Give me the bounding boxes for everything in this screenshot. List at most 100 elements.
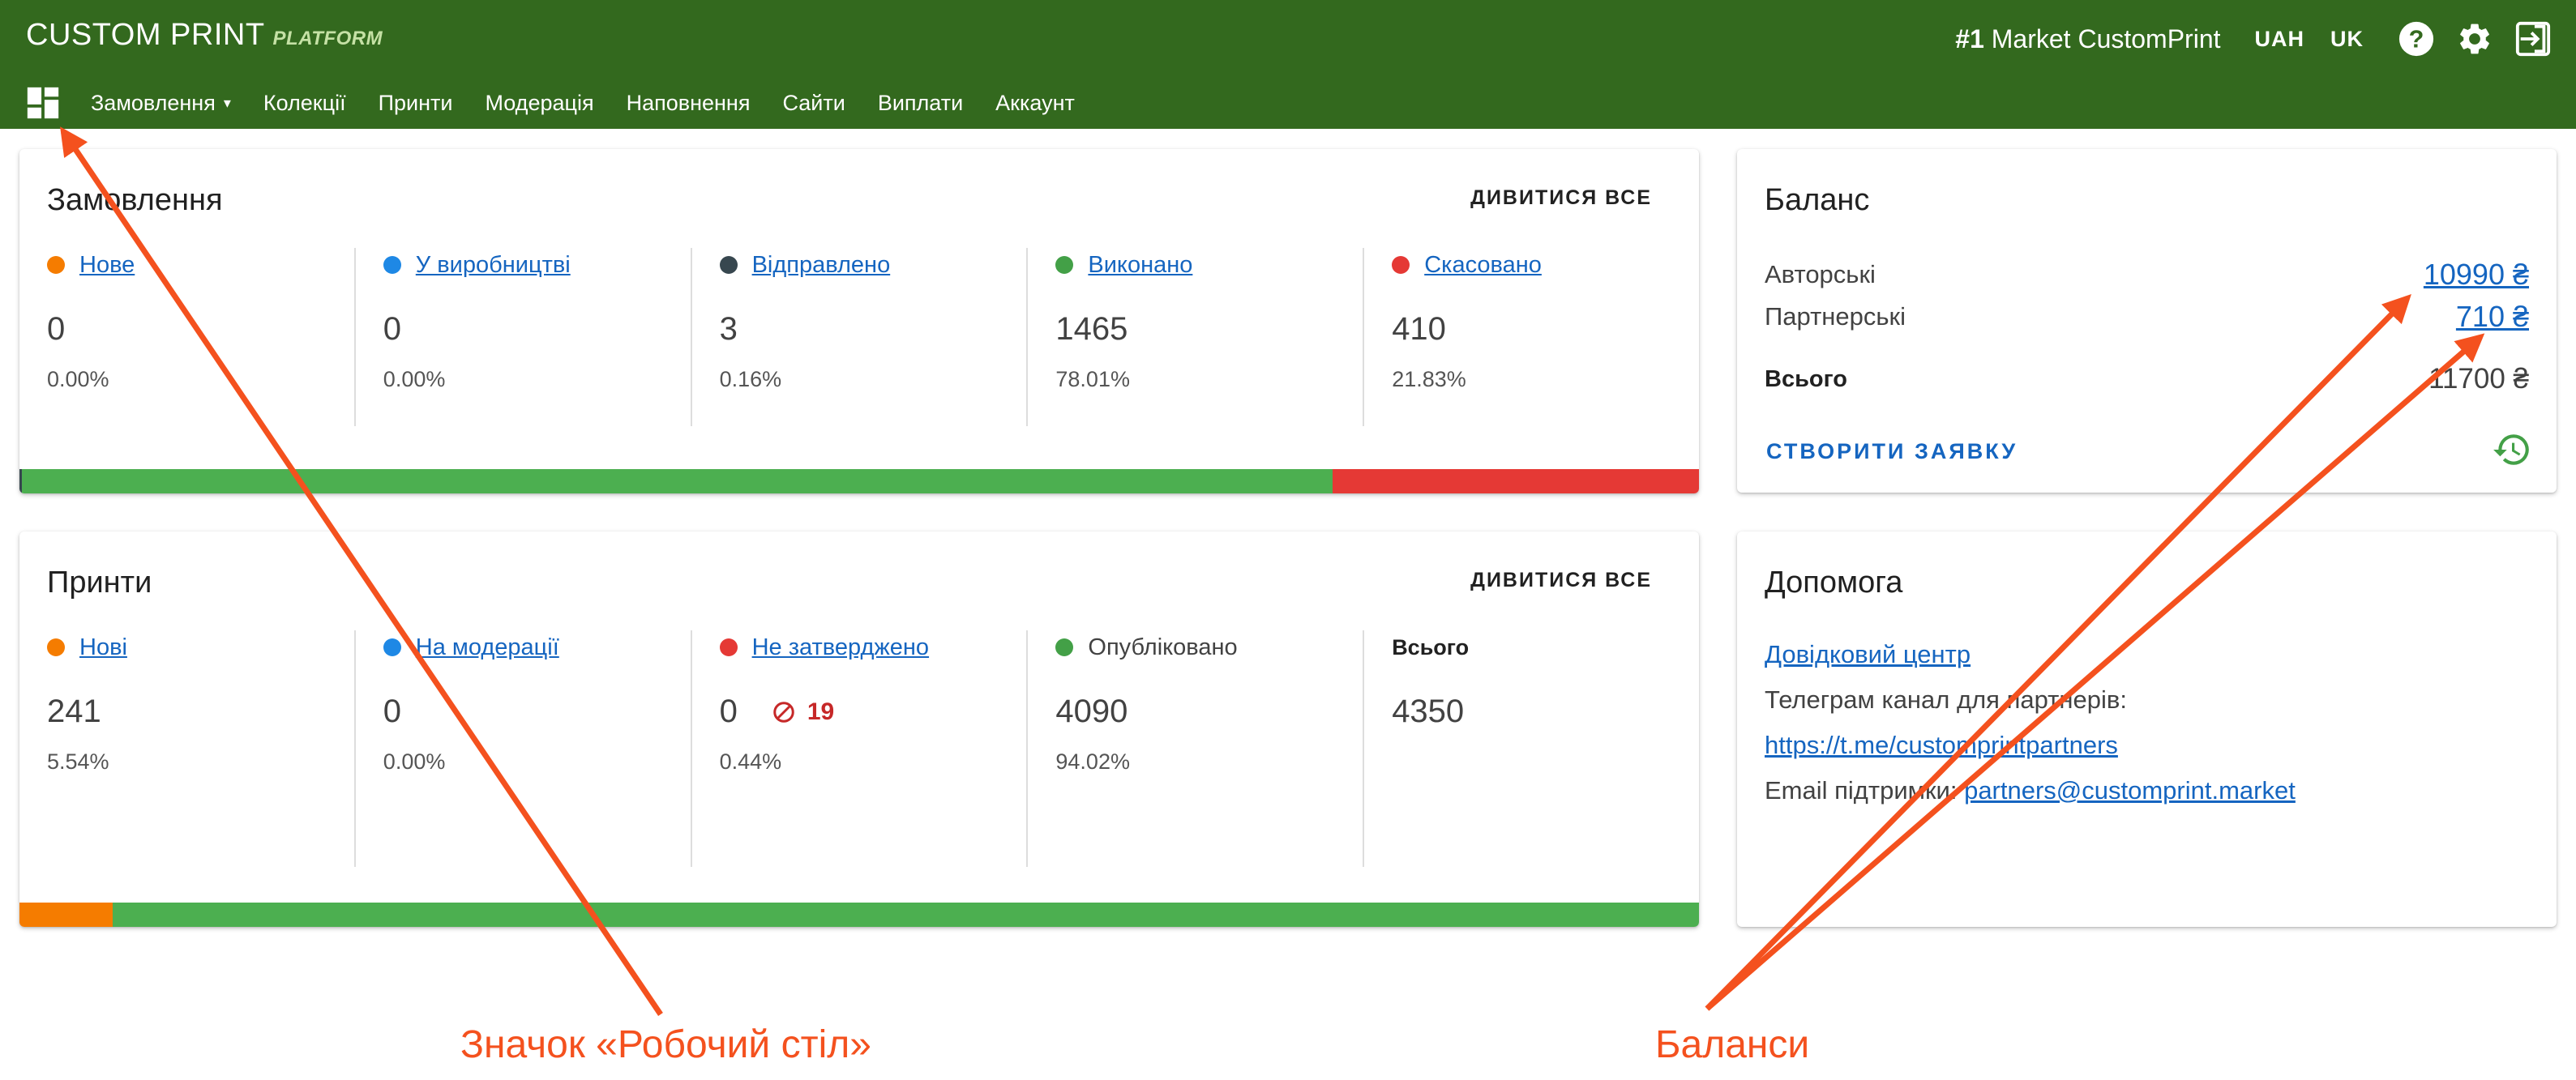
top-app-bar: CUSTOM PRINT PLATFORM #1 Market CustomPr… — [0, 0, 2576, 129]
nav-orders[interactable]: Замовлення ▾ — [91, 91, 231, 116]
help-center-line: Довідковий центр — [1765, 640, 1971, 669]
dashboard-annotation: Значок «Робочий стіл» — [460, 1023, 871, 1066]
orders-stats: Нове 0 0.00% У виробництві 0 0.00% Відпр… — [19, 248, 1699, 426]
stat-percent: 0.00% — [47, 367, 109, 391]
language-selector[interactable]: UK — [2330, 27, 2364, 52]
stat-link[interactable]: Виконано — [1088, 252, 1192, 279]
progress-segment — [112, 903, 1699, 927]
stat-value: 4090 — [1055, 694, 1128, 729]
status-dot — [47, 256, 65, 274]
status-dot — [383, 638, 401, 656]
balance-partner-row: Партнерські 710 ₴ — [1765, 300, 2529, 334]
stat-value: 1465 — [1055, 311, 1128, 347]
dashboard-icon[interactable] — [24, 84, 62, 122]
email-link[interactable]: partners@customprint.market — [1964, 776, 2296, 805]
status-dot — [719, 638, 738, 656]
market-selector[interactable]: #1 Market CustomPrint — [1955, 24, 2220, 54]
progress-segment — [19, 903, 113, 927]
balances-annotation: Баланси — [1655, 1023, 1810, 1066]
balance-total-amount: 11700 ₴ — [2428, 363, 2529, 395]
prints-card: Принти ДИВИТИСЯ ВСЕ Нові 241 5.54% На мо… — [19, 531, 1699, 927]
block-icon — [773, 701, 794, 723]
stat-percent: 0.00% — [383, 367, 446, 391]
balance-card: Баланс Авторські 10990 ₴ Партнерські 710… — [1737, 149, 2557, 493]
stat-percent: 94.02% — [1055, 749, 1130, 774]
market-name: Market CustomPrint — [1991, 23, 2221, 53]
help-icon[interactable]: ? — [2396, 19, 2437, 59]
stat-value: 0 — [383, 311, 402, 347]
stat-link[interactable]: Не затверджено — [752, 634, 929, 661]
orders-stat-cancelled: Скасовано 410 21.83% — [1364, 248, 1699, 426]
prints-stat-not-approved: Не затверджено 0 19 0.44% — [692, 630, 1029, 867]
email-label: Email підтримки: — [1765, 776, 1958, 805]
nav-account[interactable]: Аккаунт — [995, 91, 1075, 116]
prints-stat-moderation: На модерації 0 0.00% — [356, 630, 692, 867]
orders-see-all-button[interactable]: ДИВИТИСЯ ВСЕ — [1470, 186, 1652, 210]
history-icon[interactable] — [2492, 429, 2532, 470]
logo-subtitle: PLATFORM — [272, 28, 383, 49]
stat-link[interactable]: Відправлено — [752, 252, 891, 279]
telegram-line: https://t.me/customprintpartners — [1765, 731, 2118, 760]
stat-percent: 21.83% — [1392, 367, 1466, 391]
prints-stat-published: Опубліковано 4090 94.02% — [1028, 630, 1365, 867]
stat-percent: 5.54% — [47, 749, 109, 774]
orders-stat-completed: Виконано 1465 78.01% — [1028, 248, 1365, 426]
balance-total-row: Всього 11700 ₴ — [1765, 363, 2529, 395]
platform-logo[interactable]: CUSTOM PRINT PLATFORM — [26, 18, 383, 58]
logout-icon[interactable] — [2513, 19, 2553, 59]
stat-value: 0 — [719, 694, 738, 729]
balance-author-label: Авторські — [1765, 260, 1876, 288]
status-dot — [1055, 256, 1074, 274]
balance-partner-amount[interactable]: 710 ₴ — [2456, 300, 2529, 334]
prints-stats: Нові 241 5.54% На модерації 0 0.00% Не з… — [19, 630, 1699, 867]
prints-see-all-button[interactable]: ДИВИТИСЯ ВСЕ — [1470, 569, 1652, 592]
stat-link[interactable]: На модерації — [416, 634, 559, 661]
status-dot — [719, 256, 738, 274]
market-rank: #1 — [1955, 23, 1984, 53]
stat-value: 3 — [719, 311, 738, 347]
nav-moderation[interactable]: Модерація — [485, 91, 593, 116]
stat-percent: 0.44% — [719, 749, 782, 774]
stat-link[interactable]: Нові — [79, 634, 127, 661]
help-card: Допомога Довідковий центр Телеграм канал… — [1737, 531, 2557, 927]
nav-collections[interactable]: Колекції — [263, 91, 346, 116]
stat-link[interactable]: Скасовано — [1424, 252, 1542, 279]
status-dot — [47, 638, 65, 656]
prints-title: Принти — [47, 566, 152, 600]
prints-stat-new: Нові 241 5.54% — [19, 630, 356, 867]
status-dot — [1392, 256, 1410, 274]
progress-segment — [1332, 469, 1699, 493]
help-title: Допомога — [1765, 566, 1903, 600]
nav-sites[interactable]: Сайти — [782, 91, 845, 116]
stat-value: 410 — [1392, 311, 1446, 347]
progress-segment — [22, 469, 1333, 493]
orders-title: Замовлення — [47, 183, 223, 217]
balance-total-label: Всього — [1765, 365, 1848, 392]
telegram-link[interactable]: https://t.me/customprintpartners — [1765, 731, 2118, 759]
balance-author-row: Авторські 10990 ₴ — [1765, 258, 2529, 292]
stat-link[interactable]: Нове — [79, 252, 135, 279]
orders-progress-bar — [19, 469, 1699, 493]
settings-icon[interactable] — [2454, 19, 2495, 59]
currency-selector[interactable]: UAH — [2255, 27, 2305, 52]
stat-link[interactable]: У виробництві — [416, 252, 571, 279]
stat-percent: 78.01% — [1055, 367, 1130, 391]
stat-value: 241 — [47, 694, 101, 729]
status-dot — [383, 256, 401, 274]
nav-content[interactable]: Наповнення — [627, 91, 751, 116]
orders-card: Замовлення ДИВИТИСЯ ВСЕ Нове 0 0.00% У в… — [19, 149, 1699, 493]
stat-percent: 0.16% — [719, 367, 782, 391]
create-request-button[interactable]: СТВОРИТИ ЗАЯВКУ — [1766, 439, 2018, 464]
stat-label: Опубліковано — [1088, 634, 1238, 660]
chevron-down-icon: ▾ — [223, 94, 231, 111]
nav-orders-label: Замовлення — [91, 90, 216, 115]
help-center-link[interactable]: Довідковий центр — [1765, 640, 1971, 668]
orders-stat-in-production: У виробництві 0 0.00% — [356, 248, 692, 426]
nav-payouts[interactable]: Виплати — [878, 91, 963, 116]
orders-stat-shipped: Відправлено 3 0.16% — [692, 248, 1029, 426]
balance-author-amount[interactable]: 10990 ₴ — [2424, 258, 2529, 292]
telegram-label: Телеграм канал для партнерів: — [1765, 685, 2127, 714]
prints-stat-total: Всього 4350 — [1364, 630, 1699, 867]
rejected-badge[interactable]: 19 — [772, 698, 834, 726]
nav-prints[interactable]: Принти — [379, 91, 453, 116]
